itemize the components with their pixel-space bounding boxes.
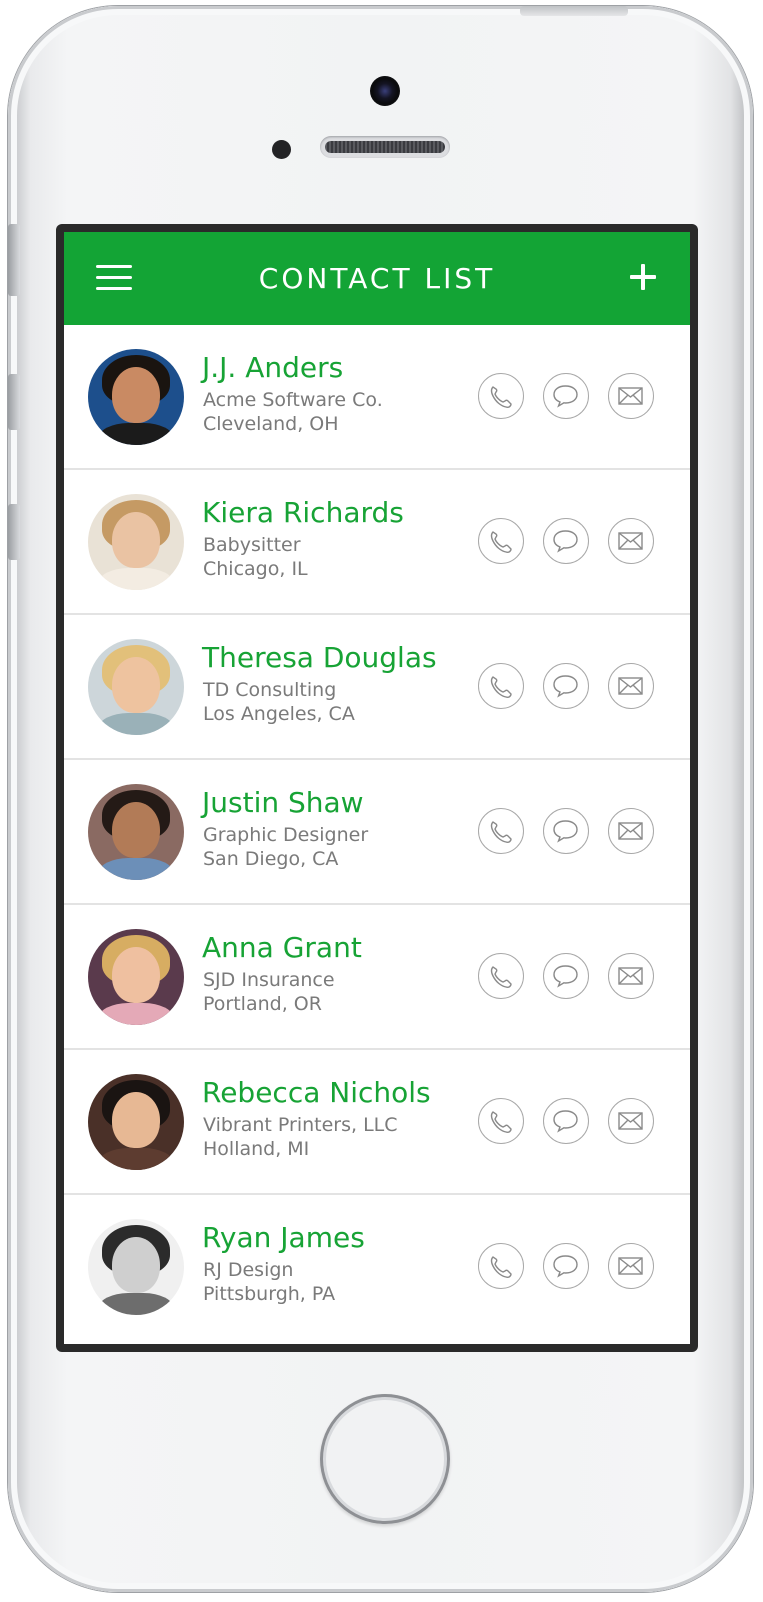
contact-row[interactable]: Rebecca Nichols Vibrant Printers, LLC Holl… <box>64 1050 690 1195</box>
contact-name[interactable]: Ryan James <box>202 1221 365 1254</box>
contact-actions <box>478 373 658 421</box>
contact-company: RJ Design <box>203 1259 294 1281</box>
contact-name[interactable]: Theresa Douglas <box>202 641 437 674</box>
contact-company: TD Consulting <box>203 679 337 701</box>
phone-icon <box>490 531 512 553</box>
contact-location: Los Angeles, CA <box>203 703 355 725</box>
contact-actions <box>478 953 658 1001</box>
power-button <box>520 6 628 16</box>
chat-bubble-icon <box>553 675 578 698</box>
avatar <box>88 784 184 880</box>
contact-location: Cleveland, OH <box>203 413 339 435</box>
contact-row[interactable]: Theresa Douglas TD Consulting Los Angeles,… <box>64 615 690 760</box>
message-button[interactable] <box>543 953 589 999</box>
email-button[interactable] <box>608 808 654 854</box>
envelope-icon <box>618 677 643 695</box>
email-button[interactable] <box>608 1098 654 1144</box>
contact-name[interactable]: Anna Grant <box>202 931 362 964</box>
message-button[interactable] <box>543 1098 589 1144</box>
avatar <box>88 349 184 445</box>
contact-name[interactable]: J.J. Anders <box>202 351 343 384</box>
avatar <box>88 639 184 735</box>
chat-bubble-icon <box>553 385 578 408</box>
contact-row[interactable]: Ryan James RJ Design Pittsburgh, PA <box>64 1195 690 1340</box>
avatar <box>88 1219 184 1315</box>
chat-bubble-icon <box>553 965 578 988</box>
phone-icon <box>490 821 512 843</box>
nav-bar: CONTACT LIST <box>64 232 690 325</box>
contact-actions <box>478 1098 658 1146</box>
earpiece-speaker <box>320 136 450 158</box>
contact-name[interactable]: Rebecca Nichols <box>202 1076 431 1109</box>
phone-icon <box>490 1256 512 1278</box>
call-button[interactable] <box>478 808 524 854</box>
envelope-icon <box>618 967 643 985</box>
email-button[interactable] <box>608 1243 654 1289</box>
message-button[interactable] <box>543 518 589 564</box>
email-button[interactable] <box>608 663 654 709</box>
message-button[interactable] <box>543 373 589 419</box>
contact-row[interactable]: Kiera Richards Babysitter Chicago, IL <box>64 470 690 615</box>
contact-name[interactable]: Kiera Richards <box>202 496 404 529</box>
proximity-sensor <box>272 140 291 159</box>
contact-company: SJD Insurance <box>203 969 335 991</box>
contact-row[interactable]: Justin Shaw Graphic Designer San Diego, CA <box>64 760 690 905</box>
phone-icon <box>490 1111 512 1133</box>
message-button[interactable] <box>543 663 589 709</box>
contact-row[interactable]: Anna Grant SJD Insurance Portland, OR <box>64 905 690 1050</box>
volume-up-button <box>8 374 20 430</box>
contact-location: Portland, OR <box>203 993 322 1015</box>
contact-list-app: CONTACT LIST J.J. Anders Acme Software Co… <box>64 232 690 1344</box>
mute-switch <box>8 224 20 296</box>
email-button[interactable] <box>608 953 654 999</box>
call-button[interactable] <box>478 1243 524 1289</box>
avatar <box>88 494 184 590</box>
call-button[interactable] <box>478 953 524 999</box>
chat-bubble-icon <box>553 1110 578 1133</box>
phone-icon <box>490 676 512 698</box>
contact-company: Vibrant Printers, LLC <box>203 1114 398 1136</box>
phone-icon <box>490 966 512 988</box>
contact-location: San Diego, CA <box>203 848 339 870</box>
front-camera <box>370 76 400 106</box>
contact-company: Babysitter <box>203 534 301 556</box>
home-button[interactable] <box>320 1394 450 1524</box>
call-button[interactable] <box>478 518 524 564</box>
chat-bubble-icon <box>553 820 578 843</box>
contact-location: Pittsburgh, PA <box>203 1283 336 1305</box>
chat-bubble-icon <box>553 1255 578 1278</box>
add-contact-plus-icon[interactable] <box>630 264 656 290</box>
contact-actions <box>478 1243 658 1291</box>
call-button[interactable] <box>478 663 524 709</box>
contact-actions <box>478 518 658 566</box>
envelope-icon <box>618 1112 643 1130</box>
contact-name[interactable]: Justin Shaw <box>202 786 364 819</box>
contact-actions <box>478 663 658 711</box>
page-title: CONTACT LIST <box>258 262 496 295</box>
envelope-icon <box>618 387 643 405</box>
envelope-icon <box>618 532 643 550</box>
contact-actions <box>478 808 658 856</box>
message-button[interactable] <box>543 808 589 854</box>
avatar <box>88 929 184 1025</box>
message-button[interactable] <box>543 1243 589 1289</box>
contact-location: Holland, MI <box>203 1138 310 1160</box>
contact-location: Chicago, IL <box>203 558 308 580</box>
envelope-icon <box>618 822 643 840</box>
avatar <box>88 1074 184 1170</box>
email-button[interactable] <box>608 518 654 564</box>
phone-icon <box>490 386 512 408</box>
contact-company: Acme Software Co. <box>203 389 383 411</box>
call-button[interactable] <box>478 1098 524 1144</box>
call-button[interactable] <box>478 373 524 419</box>
email-button[interactable] <box>608 373 654 419</box>
volume-down-button <box>8 504 20 560</box>
envelope-icon <box>618 1257 643 1275</box>
contact-row[interactable]: J.J. Anders Acme Software Co. Cleveland, O… <box>64 325 690 470</box>
contact-list: J.J. Anders Acme Software Co. Cleveland, O… <box>64 325 690 1340</box>
contact-company: Graphic Designer <box>203 824 369 846</box>
chat-bubble-icon <box>553 530 578 553</box>
